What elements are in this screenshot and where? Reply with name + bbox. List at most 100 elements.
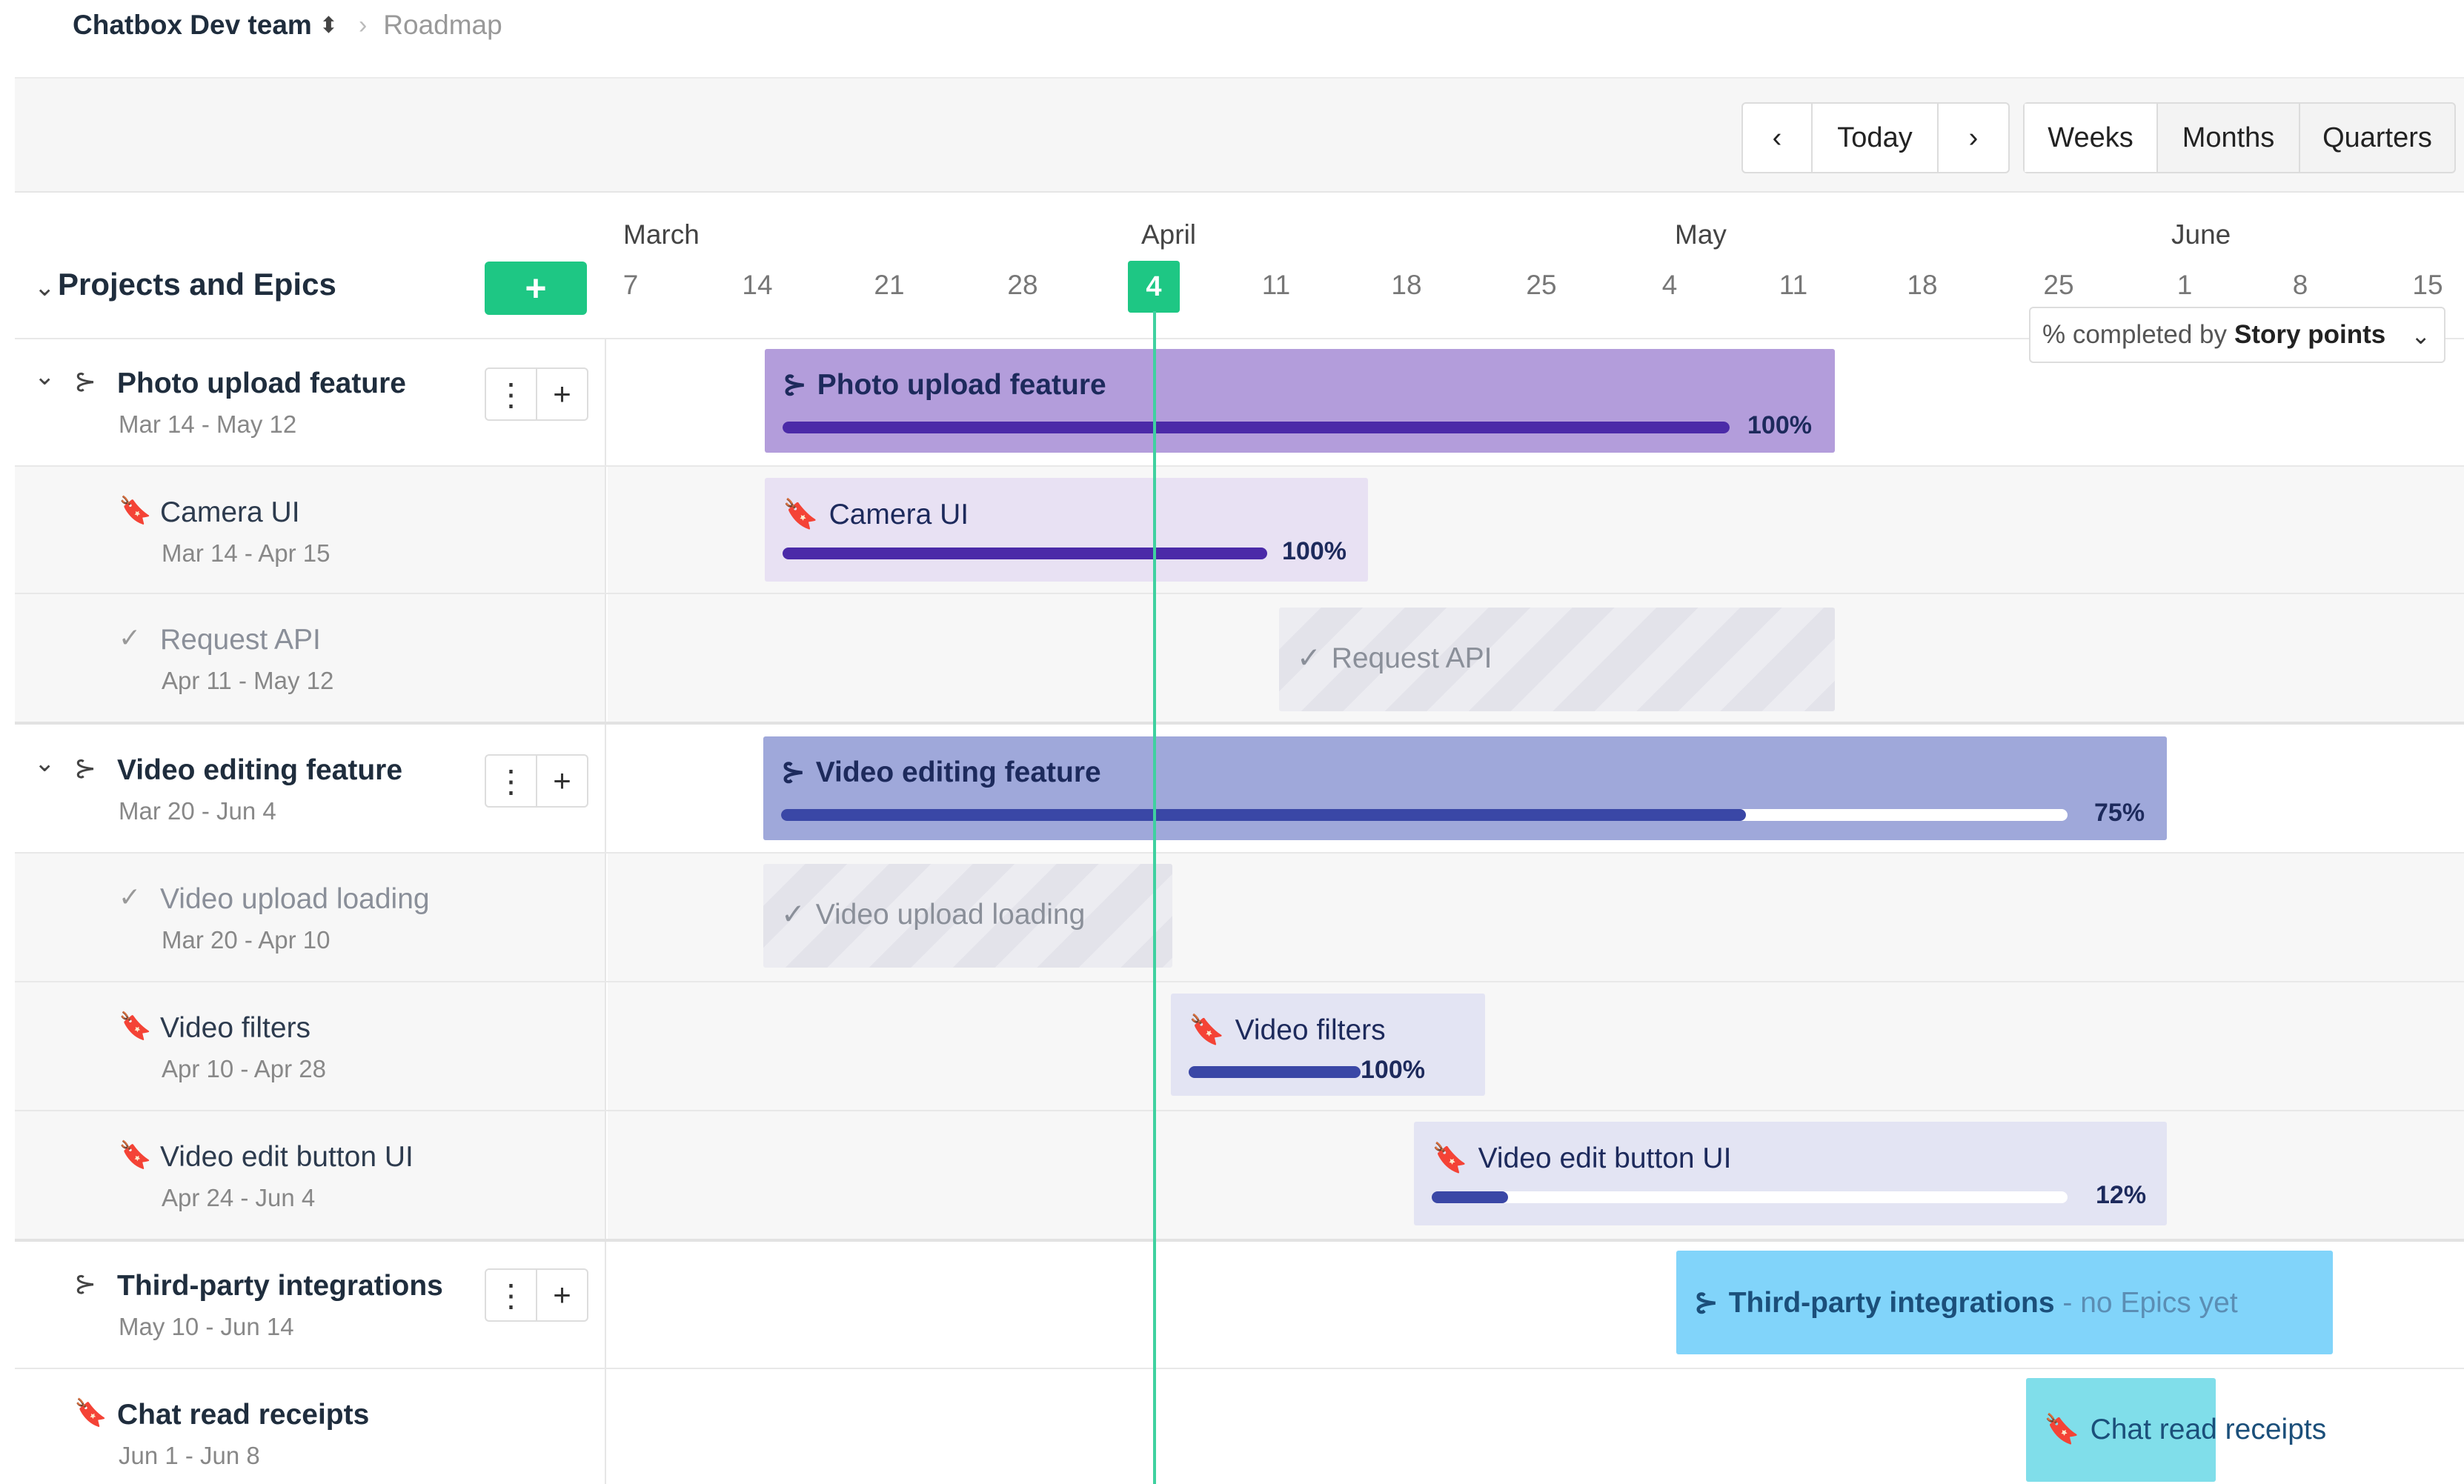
view-weeks-button[interactable]: Weeks [2025, 104, 2158, 172]
breadcrumb-separator-icon: › [358, 10, 368, 39]
add-project-button[interactable]: + [485, 262, 587, 315]
progress-fill [1189, 1066, 1361, 1078]
project-icon: ⊱ [1694, 1287, 1719, 1319]
epic-title[interactable]: Video upload loading [160, 883, 430, 916]
epic-row: ✓ Request API Apr 11 - May 12 [15, 593, 2464, 722]
more-options-icon[interactable]: ⋮ [486, 756, 537, 806]
progress-percent: 100% [1747, 411, 1812, 439]
dropdown-prefix: % completed by [2042, 320, 2228, 349]
bar-title: Video upload loading [815, 899, 1086, 931]
toolbar: ‹ Today › Weeks Months Quarters [15, 77, 2464, 193]
progress-percent: 100% [1361, 1056, 1425, 1084]
previous-button[interactable]: ‹ [1743, 104, 1813, 172]
view-months-button[interactable]: Months [2158, 104, 2300, 172]
progress-metric-dropdown[interactable]: % completed by Story points ⌄ [2029, 307, 2445, 363]
epic-title[interactable]: Camera UI [160, 496, 300, 529]
day-label: 11 [1779, 270, 1808, 300]
collapse-chevron-icon[interactable]: ⌄ [34, 362, 56, 391]
epic-bar[interactable]: 🔖 Video filters 100% [1171, 994, 1485, 1096]
epic-bar[interactable]: ✓ Video upload loading [763, 864, 1172, 968]
day-label: 15 [2412, 270, 2443, 300]
project-title[interactable]: Chat read receipts [117, 1399, 369, 1431]
day-label: 4 [1661, 270, 1678, 300]
day-label: 8 [2292, 270, 2308, 300]
bar-title: Third-party integrations [1728, 1287, 2055, 1319]
bar-title: Chat read receipts [2090, 1414, 2327, 1445]
progress-fill [1432, 1191, 1508, 1203]
next-button[interactable]: › [1939, 104, 2008, 172]
month-march: March [623, 219, 700, 250]
day-label: 11 [1261, 270, 1291, 300]
bar-title: Video filters [1235, 1014, 1386, 1046]
project-icon: ⊱ [783, 369, 807, 401]
epic-bar[interactable]: 🔖 Camera UI 100% [765, 478, 1368, 582]
task-icon: ✓ [119, 622, 142, 653]
epic-dates: Apr 24 - Jun 4 [162, 1184, 316, 1211]
project-bar[interactable]: ⊱ Video editing feature 75% [763, 736, 2167, 840]
day-label: 18 [1907, 270, 1938, 300]
day-label: 25 [2043, 270, 2074, 300]
progress-track [1189, 1066, 1361, 1078]
project-dates: Mar 14 - May 12 [119, 410, 297, 438]
view-quarters-button[interactable]: Quarters [2300, 104, 2454, 172]
story-icon: 🔖 [119, 1011, 152, 1041]
project-dates: Jun 1 - Jun 8 [119, 1442, 260, 1469]
epic-dates: Mar 20 - Apr 10 [162, 926, 331, 954]
story-icon: 🔖 [1189, 1014, 1225, 1046]
project-title[interactable]: Third-party integrations [117, 1270, 443, 1302]
epic-bar[interactable]: 🔖 Video edit button UI 12% [1414, 1122, 2167, 1225]
progress-fill [783, 422, 1730, 433]
day-label: 18 [1391, 270, 1422, 300]
epic-title[interactable]: Video edit button UI [160, 1141, 414, 1174]
progress-track [783, 422, 1730, 433]
chevron-down-icon: ⌄ [2411, 322, 2431, 349]
epic-dates: Apr 11 - May 12 [162, 667, 334, 694]
epic-title[interactable]: Request API [160, 624, 321, 656]
breadcrumb-page: Roadmap [383, 10, 502, 40]
more-options-icon[interactable]: ⋮ [486, 369, 537, 419]
progress-percent: 75% [2094, 799, 2145, 827]
epic-bar[interactable]: ✓ Request API [1279, 608, 1835, 711]
bar-note: - no Epics yet [2062, 1287, 2238, 1319]
month-may: May [1675, 219, 1727, 250]
team-selector[interactable]: Chatbox Dev team [73, 10, 312, 41]
project-title[interactable]: Video editing feature [117, 754, 402, 787]
projects-heading: Projects and Epics [58, 267, 336, 302]
project-icon: ⊱ [74, 753, 97, 783]
day-label: 14 [742, 270, 773, 300]
project-icon: ⊱ [74, 1268, 97, 1299]
progress-percent: 100% [1282, 537, 1346, 565]
bar-title: Request API [1331, 642, 1492, 674]
sort-toggle-icon[interactable]: ⬍ [319, 13, 338, 39]
epic-title[interactable]: Video filters [160, 1012, 311, 1045]
epic-bar[interactable]: 🔖 Chat read receipts [2026, 1378, 2326, 1482]
epic-row: ✓ Video upload loading Mar 20 - Apr 10 [15, 852, 2464, 981]
today-button[interactable]: Today [1813, 104, 1939, 172]
add-epic-button[interactable]: + [537, 369, 587, 419]
collapse-chevron-icon[interactable]: ⌄ [34, 748, 56, 778]
project-bar[interactable]: ⊱ Third-party integrations - no Epics yet [1676, 1251, 2333, 1354]
progress-percent: 12% [2096, 1181, 2147, 1209]
add-epic-button[interactable]: + [537, 1270, 587, 1320]
add-epic-button[interactable]: + [537, 756, 587, 806]
story-icon: 🔖 [2044, 1414, 2080, 1445]
view-switcher: Weeks Months Quarters [2023, 102, 2456, 173]
project-bar[interactable]: ⊱ Photo upload feature 100% [765, 349, 1835, 453]
progress-track [1432, 1191, 2068, 1203]
progress-fill [783, 548, 1267, 559]
bar-title: Video edit button UI [1478, 1142, 1732, 1174]
task-icon: ✓ [781, 899, 806, 931]
more-options-icon[interactable]: ⋮ [486, 1270, 537, 1320]
project-title[interactable]: Photo upload feature [117, 367, 406, 400]
project-icon: ⊱ [781, 756, 806, 788]
story-icon: 🔖 [1432, 1142, 1468, 1174]
project-icon: ⊱ [74, 366, 97, 396]
epic-dates: Apr 10 - Apr 28 [162, 1055, 326, 1082]
day-label: 7 [622, 270, 639, 300]
row-actions: ⋮ + [485, 1268, 588, 1322]
bar-title: Video editing feature [815, 756, 1101, 788]
day-label: 28 [1007, 270, 1038, 300]
collapse-all-chevron-icon[interactable]: ⌄ [34, 273, 56, 302]
month-april: April [1141, 219, 1197, 250]
progress-track [783, 548, 1267, 559]
